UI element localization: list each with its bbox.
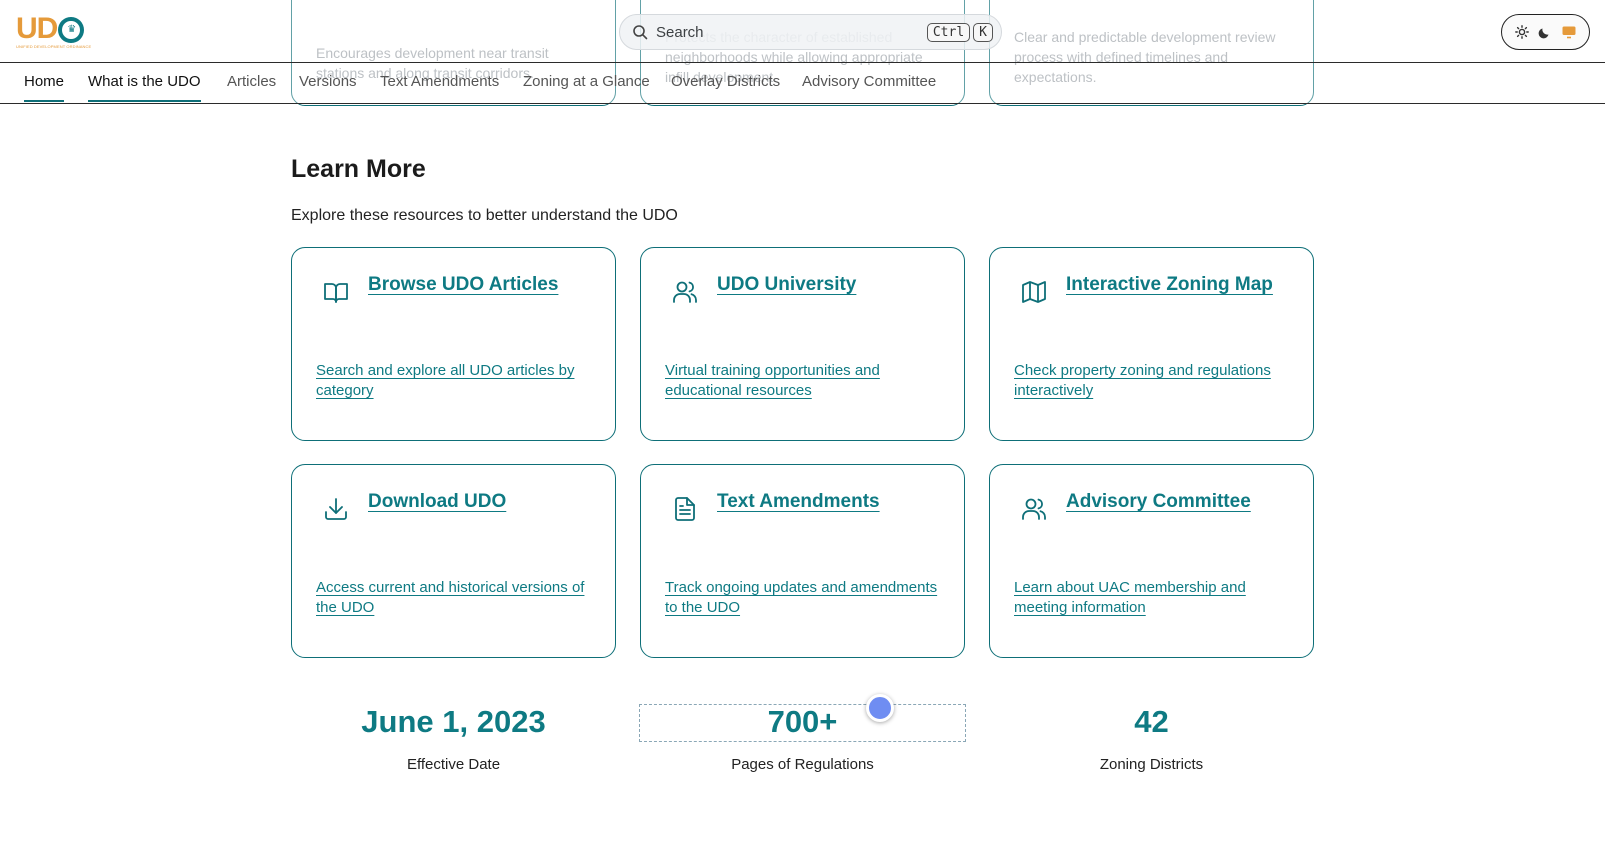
nav-articles[interactable]: Articles <box>227 73 276 102</box>
top-bar: U D ♛ UNIFIED DEVELOPMENT ORDINANCE Search… <box>0 0 1605 63</box>
stat-label: Effective Date <box>406 756 501 773</box>
shortcut-key-ctrl: Ctrl <box>926 22 971 42</box>
learn-more-subtitle: Explore these resources to better unders… <box>291 207 678 224</box>
resource-card-description[interactable]: Learn about UAC membership and meeting i… <box>1014 578 1294 618</box>
search-button[interactable]: Search Ctrl K <box>619 14 1002 50</box>
system-icon[interactable] <box>1560 23 1578 41</box>
resource-card-title[interactable]: UDO University <box>717 274 856 296</box>
resource-card-description[interactable]: Access current and historical versions o… <box>316 578 596 618</box>
resource-card-description[interactable]: Search and explore all UDO articles by c… <box>316 361 596 401</box>
udo-logo[interactable]: U D ♛ UNIFIED DEVELOPMENT ORDINANCE <box>16 14 92 50</box>
resource-card-description[interactable]: Check property zoning and regulations in… <box>1014 361 1294 401</box>
users-icon <box>673 281 697 303</box>
resource-card-browse-articles[interactable]: Browse UDO Articles Search and explore a… <box>291 247 616 441</box>
users-icon <box>1022 498 1046 520</box>
learn-more-heading: Learn More <box>291 155 426 183</box>
stat-value: 42 <box>1134 704 1169 739</box>
nav-overlay-districts[interactable]: Overlay Districts <box>671 73 780 102</box>
search-icon <box>633 25 648 40</box>
resource-card-title[interactable]: Advisory Committee <box>1066 491 1251 513</box>
resource-card-udo-university[interactable]: UDO University Virtual training opportun… <box>640 247 965 441</box>
stat-pages: 700+ Pages of Regulations <box>640 704 965 773</box>
shortcut-key-k: K <box>973 22 993 42</box>
book-icon <box>324 283 348 303</box>
nav-versions[interactable]: Versions <box>299 73 357 102</box>
logo-subtext: UNIFIED DEVELOPMENT ORDINANCE <box>16 44 92 49</box>
resource-card-download-udo[interactable]: Download UDO Access current and historic… <box>291 464 616 658</box>
download-icon <box>325 498 347 520</box>
resource-card-advisory-committee[interactable]: Advisory Committee Learn about UAC membe… <box>989 464 1314 658</box>
resource-card-text-amendments[interactable]: Text Amendments Track ongoing updates an… <box>640 464 965 658</box>
map-icon <box>1022 281 1046 303</box>
stat-value: June 1, 2023 <box>361 704 546 739</box>
stat-zoning-districts: 42 Zoning Districts <box>989 704 1314 773</box>
nav-text-amendments[interactable]: Text Amendments <box>380 73 499 102</box>
dark-icon[interactable] <box>1536 23 1554 41</box>
stat-label: Zoning Districts <box>1099 756 1204 773</box>
stat-value: 700+ <box>767 704 838 739</box>
pointer-cursor-indicator <box>866 694 894 722</box>
stat-effective-date: June 1, 2023 Effective Date <box>291 704 616 773</box>
document-icon <box>675 497 695 521</box>
nav-zoning-at-a-glance[interactable]: Zoning at a Glance <box>523 73 650 102</box>
resource-card-description[interactable]: Track ongoing updates and amendments to … <box>665 578 945 618</box>
resource-card-title[interactable]: Download UDO <box>368 491 506 513</box>
resource-card-title[interactable]: Interactive Zoning Map <box>1066 274 1273 296</box>
nav-advisory-committee[interactable]: Advisory Committee <box>802 73 936 102</box>
nav-what-is-the-udo[interactable]: What is the UDO <box>88 73 201 102</box>
resource-card-zoning-map[interactable]: Interactive Zoning Map Check property zo… <box>989 247 1314 441</box>
theme-toggle <box>1501 14 1590 50</box>
search-label: Search <box>656 23 704 41</box>
crown-icon: ♛ <box>58 17 84 43</box>
light-icon[interactable] <box>1513 23 1531 41</box>
stat-label: Pages of Regulations <box>731 756 874 773</box>
resource-card-title[interactable]: Text Amendments <box>717 491 880 513</box>
main-nav: Home What is the UDO Articles Versions T… <box>0 63 1605 104</box>
resource-card-description[interactable]: Virtual training opportunities and educa… <box>665 361 945 401</box>
resource-card-title[interactable]: Browse UDO Articles <box>368 274 558 296</box>
nav-home[interactable]: Home <box>24 73 65 102</box>
logo-mark: U D ♛ <box>16 14 84 44</box>
